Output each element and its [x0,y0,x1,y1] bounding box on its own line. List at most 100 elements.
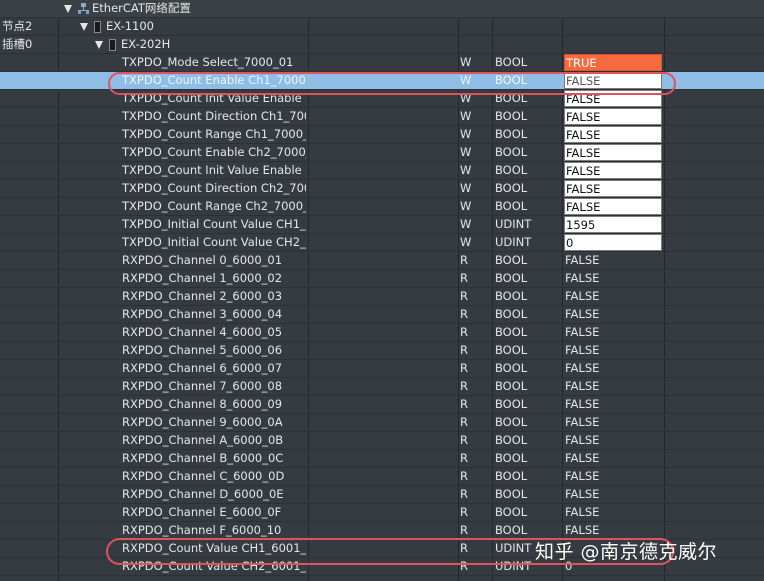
table-row[interactable]: RXPDO_Channel 4_6000_05 R BOOL FALSE [0,324,764,342]
rw-flag: W [460,217,472,231]
value-cell: FALSE [565,307,600,321]
port-name: RXPDO_Channel A_6000_0B [122,433,284,447]
expand-arrow-icon[interactable] [95,40,103,49]
table-row[interactable]: RXPDO_Channel A_6000_0B R BOOL FALSE [0,432,764,450]
data-type: BOOL [495,55,528,69]
value-cell: FALSE [565,415,600,429]
port-name: TXPDO_Count Init Value Enable Ch2 [122,163,306,177]
port-name: RXPDO_Channel B_6000_0C [122,451,284,465]
data-type: BOOL [495,127,528,141]
value-cell[interactable]: 1595 [564,216,662,233]
table-row[interactable]: RXPDO_Channel D_6000_0E R BOOL FALSE [0,486,764,504]
port-name: RXPDO_Channel E_6000_0F [122,505,282,519]
tree-row-root[interactable]: EtherCAT网络配置 [0,0,764,18]
rw-flag: R [460,343,468,357]
rw-flag: R [460,397,468,411]
data-type: BOOL [495,433,528,447]
value-cell[interactable]: FALSE [564,126,662,143]
value-cell: FALSE [565,325,600,339]
rw-flag: R [460,289,468,303]
port-name: TXPDO_Count Direction Ch1_7000_ [122,109,306,123]
value-cell: FALSE [565,253,600,267]
port-name: TXPDO_Count Direction Ch2_7000_ [122,181,306,195]
module-device-icon [109,38,116,51]
table-row[interactable]: RXPDO_Channel 0_6000_01 R BOOL FALSE [0,252,764,270]
table-row[interactable]: RXPDO_Channel 3_6000_04 R BOOL FALSE [0,306,764,324]
rw-flag: R [460,361,468,375]
port-name: TXPDO_Count Range Ch2_7000_09 [122,199,306,213]
port-name: TXPDO_Initial Count Value CH2_700 [122,235,306,249]
table-row[interactable]: RXPDO_Channel 6_6000_07 R BOOL FALSE [0,360,764,378]
value-cell[interactable]: 0 [564,234,662,251]
value-cell: FALSE [565,361,600,375]
data-type: BOOL [495,505,528,519]
rw-flag: R [460,415,468,429]
value-cell: FALSE [565,271,600,285]
table-row[interactable]: TXPDO_Count Range Ch1_7000_05 W BOOL FALSE [0,126,764,144]
rw-flag: W [460,163,472,177]
rw-flag: R [460,253,468,267]
value-cell[interactable]: TRUE [564,54,662,71]
watermark: 知乎 @南京德克威尔 [535,541,718,563]
port-name: RXPDO_Channel 3_6000_04 [122,307,283,321]
table-row[interactable]: RXPDO_Channel C_6000_0D R BOOL FALSE [0,468,764,486]
table-row[interactable]: TXPDO_Initial Count Value CH2_700 W UDINT 0 [0,234,764,252]
rw-flag: R [460,325,468,339]
port-name: TXPDO_Count Enable Ch2_7000_06 [122,145,306,159]
left-label-slot: 插槽0 [2,37,33,51]
data-type: BOOL [495,271,528,285]
value-cell[interactable]: FALSE [564,108,662,125]
value-cell[interactable]: FALSE [564,198,662,215]
table-row[interactable]: RXPDO_Channel 2_6000_03 R BOOL FALSE [0,288,764,306]
tree-root-label: EtherCAT网络配置 [92,1,191,15]
port-name: RXPDO_Channel 2_6000_03 [122,289,283,303]
data-type: BOOL [495,397,528,411]
table-row[interactable]: TXPDO_Initial Count Value CH1_700 W UDINT 1… [0,216,764,234]
rw-flag: W [460,199,472,213]
table-row[interactable]: RXPDO_Channel E_6000_0F R BOOL FALSE [0,504,764,522]
rw-flag: W [460,181,472,195]
table-row[interactable]: RXPDO_Channel 8_6000_09 R BOOL FALSE [0,396,764,414]
data-type: BOOL [495,343,528,357]
port-name: RXPDO_Channel 8_6000_09 [122,397,283,411]
table-row[interactable]: RXPDO_Channel 1_6000_02 R BOOL FALSE [0,270,764,288]
tree-slot-label: EX-202H [121,37,171,51]
value-cell[interactable]: FALSE [564,162,662,179]
table-row[interactable]: TXPDO_Count Direction Ch2_7000_ W BOOL FALS… [0,180,764,198]
port-name: RXPDO_Channel 5_6000_06 [122,343,283,357]
rw-flag: W [460,127,472,141]
data-type: BOOL [495,253,528,267]
value-cell: FALSE [565,343,600,357]
port-name: RXPDO_Channel C_6000_0D [122,469,285,483]
port-name: RXPDO_Channel F_6000_10 [122,523,282,537]
value-cell[interactable]: FALSE [564,180,662,197]
port-name: TXPDO_Count Range Ch1_7000_05 [122,127,306,141]
port-name: RXPDO_Channel 9_6000_0A [122,415,283,429]
value-cell: FALSE [565,469,600,483]
port-name: RXPDO_Channel 4_6000_05 [122,325,283,339]
table-row[interactable]: RXPDO_Channel B_6000_0C R BOOL FALSE [0,450,764,468]
value-cell: FALSE [565,433,600,447]
table-row[interactable]: TXPDO_Mode Select_7000_01 W BOOL TRUE [0,54,764,72]
table-row[interactable]: TXPDO_Count Enable Ch2_7000_06 W BOOL FALSE [0,144,764,162]
tree-row-slot[interactable]: 插槽0 EX-202H [0,36,764,54]
table-row[interactable]: RXPDO_Channel 9_6000_0A R BOOL FALSE [0,414,764,432]
data-type: BOOL [495,379,528,393]
expand-arrow-icon[interactable] [64,4,72,13]
data-type: BOOL [495,181,528,195]
table-row[interactable]: TXPDO_Count Range Ch2_7000_09 W BOOL FALSE [0,198,764,216]
value-cell[interactable]: FALSE [564,144,662,161]
port-name: TXPDO_Mode Select_7000_01 [122,55,294,69]
expand-arrow-icon[interactable] [80,22,88,31]
rw-flag: W [460,109,472,123]
port-name: RXPDO_Channel D_6000_0E [122,487,284,501]
data-type: BOOL [495,163,528,177]
table-row[interactable]: TXPDO_Count Direction Ch1_7000_ W BOOL FALS… [0,108,764,126]
annotation-ring [108,72,676,95]
rw-flag: R [460,379,468,393]
port-name: RXPDO_Channel 1_6000_02 [122,271,283,285]
table-row[interactable]: RXPDO_Channel 7_6000_08 R BOOL FALSE [0,378,764,396]
table-row[interactable]: RXPDO_Channel 5_6000_06 R BOOL FALSE [0,342,764,360]
tree-row-node[interactable]: 节点2 EX-1100 [0,18,764,36]
table-row[interactable]: TXPDO_Count Init Value Enable Ch2 W BOOL FA… [0,162,764,180]
